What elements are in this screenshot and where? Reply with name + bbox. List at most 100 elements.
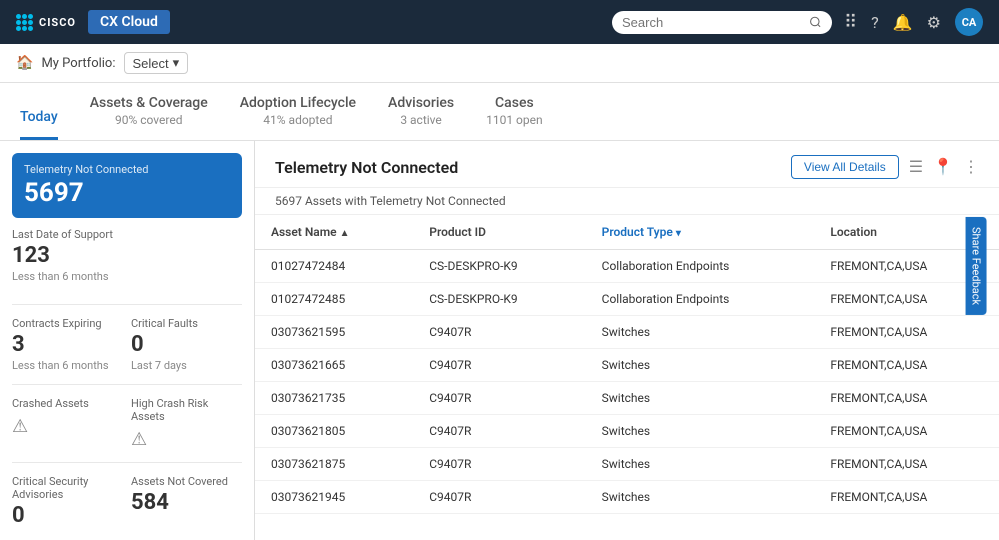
cell-asset-name: 03073621735: [255, 382, 413, 415]
crashed-highcrash-row: Crashed Assets ⚠ High Crash Risk Assets …: [12, 397, 242, 450]
nav-icons: ⠿ ? 🔔 ⚙ CA: [844, 8, 983, 36]
feedback-tab[interactable]: Share Feedback: [965, 216, 986, 314]
home-icon[interactable]: 🏠: [16, 55, 33, 71]
search-input[interactable]: [622, 15, 803, 30]
cell-asset-name: 03073621805: [255, 415, 413, 448]
critical-faults-sub: Last 7 days: [131, 359, 242, 372]
assets-not-covered-box: Assets Not Covered 584: [131, 475, 242, 528]
table-row[interactable]: 03073621805 C9407R Switches FREMONT,CA,U…: [255, 415, 999, 448]
cell-asset-name: 03073621595: [255, 316, 413, 349]
panel-sub-text: 5697 Assets with Telemetry Not Connected: [255, 188, 999, 215]
cell-product-id: C9407R: [413, 316, 585, 349]
avatar[interactable]: CA: [955, 8, 983, 36]
notifications-icon[interactable]: 🔔: [893, 13, 913, 32]
table-header: Asset Name ▲ Product ID Product Type ▾ L…: [255, 215, 999, 250]
col-product-type[interactable]: Product Type ▾: [586, 215, 815, 250]
top-navigation: CISCO CX Cloud ⠿ ? 🔔 ⚙ CA: [0, 0, 999, 44]
critical-faults-title: Critical Faults: [131, 317, 242, 330]
tab-today[interactable]: Today: [20, 97, 58, 140]
cell-asset-name: 03073621875: [255, 448, 413, 481]
help-icon[interactable]: ?: [871, 13, 879, 32]
settings-icon[interactable]: ⚙: [927, 13, 941, 32]
cell-location: FREMONT,CA,USA: [814, 316, 999, 349]
cell-location: FREMONT,CA,USA: [814, 349, 999, 382]
cisco-logo: CISCO: [16, 14, 76, 31]
last-support-box: Last Date of Support 123 Less than 6 mon…: [12, 228, 242, 292]
cell-product-type: Switches: [586, 382, 815, 415]
waffle-icon[interactable]: ⠿: [844, 12, 857, 33]
cell-product-type: Switches: [586, 415, 815, 448]
cell-product-id: C9407R: [413, 382, 585, 415]
tab-adoption-lifecycle[interactable]: Adoption Lifecycle 41% adopted: [240, 83, 356, 140]
cisco-grid-icon: [16, 14, 33, 31]
cell-location: FREMONT,CA,USA: [814, 448, 999, 481]
table-row[interactable]: 03073621735 C9407R Switches FREMONT,CA,U…: [255, 382, 999, 415]
app-title: CX Cloud: [88, 10, 170, 34]
critical-security-title: Critical Security Advisories: [12, 475, 123, 501]
right-panel: Telemetry Not Connected View All Details…: [255, 141, 999, 540]
critical-security-box: Critical Security Advisories 0: [12, 475, 123, 528]
tab-assets-coverage[interactable]: Assets & Coverage 90% covered: [90, 83, 208, 140]
view-all-details-button[interactable]: View All Details: [791, 155, 899, 179]
assets-table-container[interactable]: Asset Name ▲ Product ID Product Type ▾ L…: [255, 215, 999, 540]
more-options-icon[interactable]: ⋮: [963, 157, 979, 177]
cell-product-id: C9407R: [413, 481, 585, 514]
cell-location: FREMONT,CA,USA: [814, 481, 999, 514]
last-support-title: Last Date of Support: [12, 228, 242, 241]
cell-asset-name: 03073621945: [255, 481, 413, 514]
cell-product-id: CS-DESKPRO-K9: [413, 283, 585, 316]
panel-header: Telemetry Not Connected View All Details…: [255, 141, 999, 188]
col-product-id: Product ID: [413, 215, 585, 250]
table-body: 01027472484 CS-DESKPRO-K9 Collaboration …: [255, 250, 999, 514]
table-row[interactable]: 03073621945 C9407R Switches FREMONT,CA,U…: [255, 481, 999, 514]
assets-not-covered-value: 584: [131, 490, 242, 515]
cell-asset-name: 01027472485: [255, 283, 413, 316]
telemetry-card[interactable]: Telemetry Not Connected 5697: [12, 153, 242, 218]
cell-product-type: Collaboration Endpoints: [586, 283, 815, 316]
table-row[interactable]: 03073621595 C9407R Switches FREMONT,CA,U…: [255, 316, 999, 349]
cell-location: FREMONT,CA,USA: [814, 382, 999, 415]
table-row[interactable]: 03073621665 C9407R Switches FREMONT,CA,U…: [255, 349, 999, 382]
table-row[interactable]: 03073621875 C9407R Switches FREMONT,CA,U…: [255, 448, 999, 481]
assets-not-covered-title: Assets Not Covered: [131, 475, 242, 488]
crashed-assets-title: Crashed Assets: [12, 397, 123, 410]
crashed-assets-box: Crashed Assets ⚠: [12, 397, 123, 450]
chevron-down-icon: ▾: [173, 55, 180, 71]
portfolio-label: My Portfolio:: [41, 56, 115, 71]
map-pin-icon[interactable]: 📍: [933, 157, 953, 177]
search-bar[interactable]: [612, 11, 832, 34]
panel-title: Telemetry Not Connected: [275, 158, 458, 177]
main-content: Telemetry Not Connected 5697 Last Date o…: [0, 141, 999, 540]
tab-advisories[interactable]: Advisories 3 active: [388, 83, 454, 140]
cell-product-id: C9407R: [413, 448, 585, 481]
contracts-faults-row: Contracts Expiring 3 Less than 6 months …: [12, 317, 242, 372]
high-crash-risk-title: High Crash Risk Assets: [131, 397, 242, 423]
table-row[interactable]: 01027472484 CS-DESKPRO-K9 Collaboration …: [255, 250, 999, 283]
assets-table: Asset Name ▲ Product ID Product Type ▾ L…: [255, 215, 999, 514]
cell-asset-name: 03073621665: [255, 349, 413, 382]
list-view-icon[interactable]: ☰: [909, 157, 923, 177]
telemetry-card-value: 5697: [24, 178, 230, 208]
cell-location: FREMONT,CA,USA: [814, 415, 999, 448]
cell-product-id: C9407R: [413, 349, 585, 382]
contracts-expiring-title: Contracts Expiring: [12, 317, 123, 330]
contracts-expiring-box: Contracts Expiring 3 Less than 6 months: [12, 317, 123, 372]
table-row[interactable]: 01027472485 CS-DESKPRO-K9 Collaboration …: [255, 283, 999, 316]
tab-cases[interactable]: Cases 1101 open: [486, 83, 543, 140]
cell-product-type: Collaboration Endpoints: [586, 250, 815, 283]
contracts-expiring-value: 3: [12, 332, 123, 357]
telemetry-card-title: Telemetry Not Connected: [24, 163, 230, 176]
type-sort-icon: ▾: [676, 228, 681, 239]
high-crash-risk-warn-icon: ⚠: [131, 429, 242, 450]
tabs-bar: Today Assets & Coverage 90% covered Adop…: [0, 83, 999, 141]
critical-faults-value: 0: [131, 332, 242, 357]
portfolio-select-button[interactable]: Select ▾: [124, 52, 189, 74]
security-notcovered-row: Critical Security Advisories 0 Assets No…: [12, 475, 242, 528]
cell-product-id: C9407R: [413, 415, 585, 448]
cell-asset-name: 01027472484: [255, 250, 413, 283]
crashed-assets-warn-icon: ⚠: [12, 416, 123, 437]
col-asset-name[interactable]: Asset Name ▲: [255, 215, 413, 250]
cisco-wordmark: CISCO: [39, 16, 76, 29]
search-icon: [809, 15, 822, 29]
panel-actions: View All Details ☰ 📍 ⋮: [791, 155, 979, 179]
